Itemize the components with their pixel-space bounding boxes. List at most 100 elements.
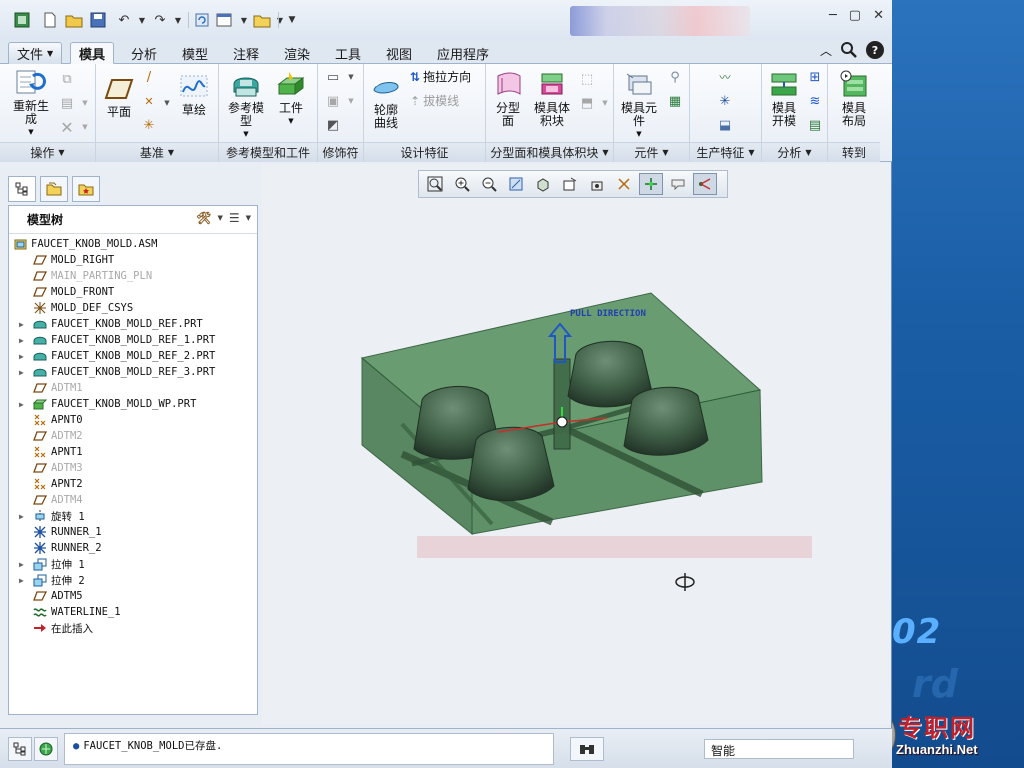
model-tree-toggle-icon[interactable] bbox=[8, 737, 32, 761]
saved-views-icon[interactable] bbox=[558, 173, 582, 195]
group-modifiers-label[interactable]: 修饰符 bbox=[318, 142, 363, 162]
analysis-icon-1[interactable]: ⊞ bbox=[806, 68, 824, 86]
tree-item[interactable]: 在此插入 bbox=[9, 620, 257, 636]
minimize-icon[interactable]: ─ bbox=[829, 8, 837, 23]
tree-item[interactable]: ▶ FAUCET_KNOB_MOLD_REF_2.PRT bbox=[9, 348, 257, 364]
collapse-ribbon-icon[interactable]: ︿ bbox=[820, 42, 832, 59]
favorites-tab-icon[interactable] bbox=[72, 176, 100, 202]
group-datum-label[interactable]: 基准 ▼ bbox=[96, 142, 218, 162]
save-icon[interactable] bbox=[88, 10, 108, 30]
tab-analysis[interactable]: 分析 bbox=[123, 42, 165, 64]
open-icon[interactable] bbox=[64, 10, 84, 30]
customize-icon[interactable]: ▼ bbox=[282, 10, 302, 30]
datum-display-icon[interactable] bbox=[612, 173, 636, 195]
close-icon[interactable]: ✕ bbox=[873, 8, 884, 23]
component-tool-icon-2[interactable]: ▦ bbox=[666, 92, 684, 110]
zoom-in-icon[interactable] bbox=[450, 173, 474, 195]
ejector-tool-icon[interactable]: ⬓ bbox=[716, 116, 734, 134]
waterline-tool-icon[interactable]: 〰 bbox=[716, 68, 734, 86]
chevron-down-icon[interactable]: ▼ bbox=[246, 214, 251, 222]
folder-icon[interactable] bbox=[252, 10, 272, 30]
analysis-icon-2[interactable]: ≋ bbox=[806, 92, 824, 110]
draft-line-button[interactable]: ⇡ 拔模线 bbox=[410, 92, 459, 109]
tree-item[interactable]: MAIN_PARTING_PLN bbox=[9, 268, 257, 284]
workpiece-button[interactable]: 工件 ▼ bbox=[271, 70, 311, 128]
mold-component-button[interactable]: 模具元 件 ▼ bbox=[618, 70, 660, 141]
pull-direction-button[interactable]: ⇅ 拖拉方向 bbox=[410, 68, 471, 85]
tree-item[interactable]: MOLD_DEF_CSYS bbox=[9, 300, 257, 316]
mold-volume-button[interactable]: 模具体 积块 bbox=[530, 70, 574, 128]
graphics-area[interactable]: PULL DIRECTION bbox=[262, 164, 890, 724]
tree-item[interactable]: ADTM1 bbox=[9, 380, 257, 396]
redo-icon[interactable]: ↷ bbox=[150, 10, 170, 30]
tree-item[interactable]: ADTM4 bbox=[9, 492, 257, 508]
expand-arrow-icon[interactable]: ▶ bbox=[19, 576, 27, 585]
tree-item[interactable]: ▶ 旋转 1 bbox=[9, 508, 257, 524]
tab-model[interactable]: 模型 bbox=[174, 42, 216, 64]
tree-item[interactable]: ADTM5 bbox=[9, 588, 257, 604]
sketch-button[interactable]: 草绘 bbox=[176, 72, 212, 117]
csys-display-icon[interactable] bbox=[693, 173, 717, 195]
regenerate-button[interactable]: 重新生 成 ▼ bbox=[8, 68, 54, 139]
window-icon[interactable] bbox=[214, 10, 234, 30]
axis-icon[interactable]: / bbox=[140, 68, 158, 86]
tree-item[interactable]: ▶ FAUCET_KNOB_MOLD_REF_3.PRT bbox=[9, 364, 257, 380]
expand-arrow-icon[interactable]: ▶ bbox=[19, 400, 27, 409]
group-goto-label[interactable]: 转到 bbox=[828, 142, 880, 162]
group-ref-model-label[interactable]: 参考模型和工件 bbox=[219, 142, 317, 162]
expand-arrow-icon[interactable]: ▶ bbox=[19, 512, 27, 521]
settings-tools-icon[interactable]: 🛠 bbox=[196, 211, 211, 225]
maximize-icon[interactable]: ▢ bbox=[849, 8, 861, 23]
tree-item[interactable]: ▶ FAUCET_KNOB_MOLD_REF.PRT bbox=[9, 316, 257, 332]
modifier-icon-2[interactable]: ▣ bbox=[324, 92, 342, 110]
group-parting-label[interactable]: 分型面和模具体积块 ▼ bbox=[486, 142, 613, 162]
tab-tools[interactable]: 工具 bbox=[327, 42, 369, 64]
expand-arrow-icon[interactable]: ▶ bbox=[19, 368, 27, 377]
selection-filter[interactable]: 智能 bbox=[704, 739, 854, 759]
chevron-down-icon[interactable]: ▼ bbox=[217, 214, 222, 222]
spin-center-icon[interactable] bbox=[639, 173, 663, 195]
tree-item[interactable]: ▶ FAUCET_KNOB_MOLD_REF_1.PRT bbox=[9, 332, 257, 348]
tree-item[interactable]: ▶ 拉伸 2 bbox=[9, 572, 257, 588]
named-views-icon[interactable] bbox=[585, 173, 609, 195]
volume-tool-icon-2[interactable]: ⬒ bbox=[578, 94, 596, 112]
find-icon[interactable] bbox=[570, 737, 604, 761]
tab-view[interactable]: 视图 bbox=[378, 42, 420, 64]
refit-icon[interactable] bbox=[423, 173, 447, 195]
tab-mold[interactable]: 模具 bbox=[70, 42, 115, 64]
tree-item[interactable]: ADTM3 bbox=[9, 460, 257, 476]
group-production-label[interactable]: 生产特征 ▼ bbox=[690, 142, 761, 162]
expand-arrow-icon[interactable]: ▶ bbox=[19, 336, 27, 345]
ref-model-button[interactable]: 参考模 型 ▼ bbox=[225, 70, 267, 141]
show-list-icon[interactable]: ☰ bbox=[229, 211, 240, 225]
expand-arrow-icon[interactable]: ▶ bbox=[19, 320, 27, 329]
display-style-icon[interactable] bbox=[531, 173, 555, 195]
redo-dropdown-icon[interactable]: ▼ bbox=[168, 10, 188, 30]
delete-icon[interactable]: ✕ bbox=[58, 118, 76, 137]
profile-curve-button[interactable]: 轮廓 曲线 bbox=[368, 72, 404, 130]
window-dropdown-icon[interactable]: ▼ bbox=[234, 10, 254, 30]
mold-3d-view[interactable]: PULL DIRECTION bbox=[262, 164, 890, 724]
folder-browser-tab-icon[interactable] bbox=[40, 176, 68, 202]
tree-item[interactable]: RUNNER_2 bbox=[9, 540, 257, 556]
tree-item[interactable]: FAUCET_KNOB_MOLD.ASM bbox=[9, 236, 257, 252]
tree-item[interactable]: APNT0 bbox=[9, 412, 257, 428]
runner-tool-icon[interactable]: ✳ bbox=[716, 92, 734, 110]
group-analysis-label[interactable]: 分析 ▼ bbox=[762, 142, 827, 162]
group-operations-label[interactable]: 操作 ▼ bbox=[0, 142, 95, 162]
tree-item[interactable]: MOLD_FRONT bbox=[9, 284, 257, 300]
tab-annotate[interactable]: 注释 bbox=[225, 42, 267, 64]
regenerate-icon[interactable] bbox=[192, 10, 212, 30]
tab-render[interactable]: 渲染 bbox=[276, 42, 318, 64]
mold-opening-button[interactable]: 模具 开模 bbox=[766, 70, 802, 128]
annotation-display-icon[interactable] bbox=[666, 173, 690, 195]
tree-item[interactable]: RUNNER_1 bbox=[9, 524, 257, 540]
tree-item[interactable]: ▶ 拉伸 1 bbox=[9, 556, 257, 572]
group-components-label[interactable]: 元件 ▼ bbox=[614, 142, 689, 162]
modifier-icon-1[interactable]: ▭ bbox=[324, 68, 342, 86]
volume-tool-icon-1[interactable]: ⬚ bbox=[578, 70, 596, 88]
mold-layout-button[interactable]: 模具 布局 bbox=[834, 70, 874, 128]
tab-applications[interactable]: 应用程序 bbox=[429, 42, 497, 64]
modifier-icon-3[interactable]: ◩ bbox=[324, 116, 342, 134]
app-icon[interactable] bbox=[12, 10, 32, 30]
